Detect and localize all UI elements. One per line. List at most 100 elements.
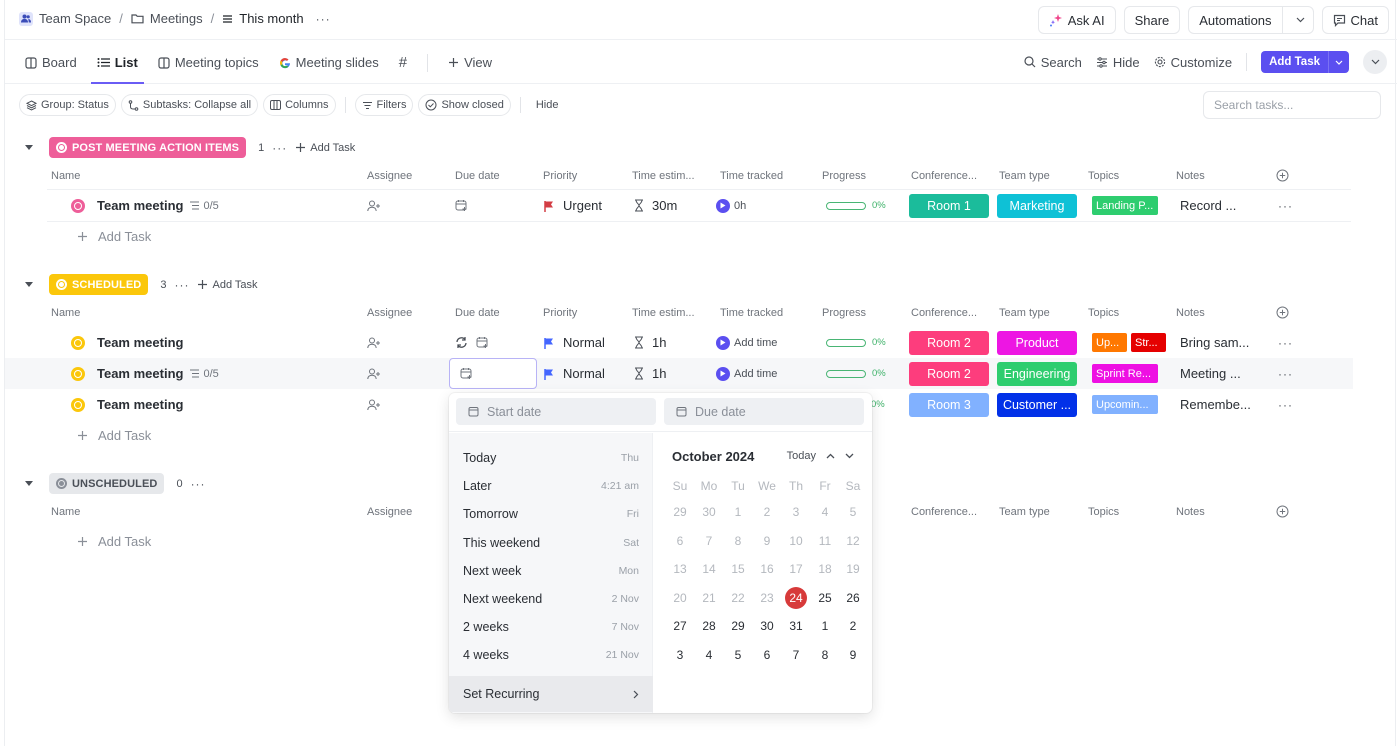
- task-name[interactable]: Team meeting: [97, 366, 183, 381]
- add-column-icon[interactable]: [1276, 169, 1289, 182]
- calendar-day[interactable]: 7: [782, 644, 810, 666]
- add-time-button[interactable]: Add time: [734, 337, 777, 349]
- row-more-icon[interactable]: ···: [1278, 358, 1293, 389]
- col-team-type[interactable]: Team type: [999, 506, 1050, 518]
- calendar-day-selected[interactable]: 24: [782, 586, 810, 609]
- calendar-day[interactable]: 28: [695, 615, 723, 637]
- calendar-day[interactable]: 18: [811, 558, 839, 580]
- task-name[interactable]: Team meeting: [97, 198, 183, 213]
- calendar-day[interactable]: 20: [666, 587, 694, 609]
- collapse-caret-icon[interactable]: [25, 282, 33, 287]
- table-row[interactable]: Team meeting 0/5 Urgent 30m 0h 0% Room 1…: [5, 190, 1397, 221]
- calendar-day[interactable]: 6: [753, 644, 781, 666]
- search-tasks-input[interactable]: Search tasks...: [1203, 91, 1381, 119]
- col-topics[interactable]: Topics: [1088, 170, 1119, 182]
- col-notes[interactable]: Notes: [1176, 506, 1205, 518]
- status-icon[interactable]: [71, 397, 85, 412]
- calendar-day[interactable]: 12: [839, 530, 867, 552]
- calendar-day[interactable]: 30: [753, 615, 781, 637]
- status-badge[interactable]: POST MEETING ACTION ITEMS: [49, 137, 247, 158]
- collapse-caret-icon[interactable]: [25, 145, 33, 150]
- col-time-tracked[interactable]: Time tracked: [720, 170, 783, 182]
- status-badge[interactable]: SCHEDULED: [49, 274, 149, 295]
- status-icon[interactable]: [71, 366, 85, 381]
- col-notes[interactable]: Notes: [1176, 170, 1205, 182]
- share-button[interactable]: Share: [1123, 6, 1181, 34]
- calendar-day[interactable]: 15: [724, 558, 752, 580]
- col-name[interactable]: Name: [51, 170, 80, 182]
- calendar-day[interactable]: 31: [782, 615, 810, 637]
- tab-meeting-topics[interactable]: Meeting topics: [158, 41, 259, 84]
- notes-cell[interactable]: Bring sam...: [1180, 327, 1249, 358]
- calendar-day[interactable]: 7: [695, 530, 723, 552]
- chevron-down-icon[interactable]: [1329, 51, 1349, 73]
- priority-label[interactable]: Urgent: [563, 198, 602, 213]
- calendar-day[interactable]: 23: [753, 587, 781, 609]
- calendar-day[interactable]: 26: [839, 587, 867, 609]
- quick-option[interactable]: Next week Mon: [449, 557, 653, 585]
- assignee-add-icon[interactable]: [367, 389, 381, 420]
- hide-filter-button[interactable]: Hide: [530, 99, 565, 111]
- col-priority[interactable]: Priority: [543, 307, 577, 319]
- quick-option[interactable]: Tomorrow Fri: [449, 500, 653, 528]
- col-team-type[interactable]: Team type: [999, 170, 1050, 182]
- subtask-count[interactable]: 0/5: [189, 200, 219, 212]
- set-recurring-button[interactable]: Set Recurring: [449, 676, 653, 712]
- customize-button[interactable]: Customize: [1154, 55, 1232, 70]
- show-closed-chip[interactable]: Show closed: [418, 94, 511, 116]
- play-icon[interactable]: [716, 366, 730, 381]
- col-topics[interactable]: Topics: [1088, 506, 1119, 518]
- col-due-date[interactable]: Due date: [455, 307, 500, 319]
- filters-chip[interactable]: Filters: [354, 94, 414, 116]
- quick-option[interactable]: Today Thu: [449, 444, 653, 472]
- more-options-icon[interactable]: ···: [316, 12, 331, 26]
- calendar-day[interactable]: 9: [839, 644, 867, 666]
- search-button[interactable]: Search: [1024, 55, 1082, 70]
- row-more-icon[interactable]: ···: [1278, 190, 1293, 221]
- calendar-day[interactable]: 11: [811, 530, 839, 552]
- team-type-tag[interactable]: Product: [997, 330, 1077, 355]
- breadcrumb-list[interactable]: This month: [239, 11, 303, 26]
- subtasks-chip[interactable]: Subtasks: Collapse all: [120, 94, 259, 116]
- chevron-up-icon[interactable]: [826, 453, 835, 459]
- status-badge[interactable]: UNSCHEDULED: [49, 473, 165, 494]
- play-icon[interactable]: [716, 335, 730, 350]
- chat-button[interactable]: Chat: [1321, 6, 1389, 34]
- calendar-day[interactable]: 4: [811, 501, 839, 523]
- ask-ai-button[interactable]: Ask AI: [1037, 6, 1116, 34]
- collapse-caret-icon[interactable]: [25, 481, 33, 486]
- calendar-day[interactable]: 30: [695, 501, 723, 523]
- group-by-chip[interactable]: Group: Status: [19, 94, 116, 116]
- col-time-estimate[interactable]: Time estim...: [632, 170, 695, 182]
- conference-tag[interactable]: Room 2: [909, 330, 989, 355]
- quick-option[interactable]: 2 weeks 7 Nov: [449, 613, 653, 641]
- subtask-count[interactable]: 0/5: [189, 368, 219, 380]
- team-type-tag[interactable]: Customer ...: [997, 392, 1077, 417]
- col-topics[interactable]: Topics: [1088, 307, 1119, 319]
- col-due-date[interactable]: Due date: [455, 170, 500, 182]
- quick-option[interactable]: This weekend Sat: [449, 529, 653, 557]
- calendar-day[interactable]: 25: [811, 587, 839, 609]
- calendar-day[interactable]: 10: [782, 530, 810, 552]
- topic-tag[interactable]: Str...: [1131, 333, 1166, 352]
- col-assignee[interactable]: Assignee: [367, 307, 412, 319]
- time-estimate[interactable]: 30m: [652, 198, 677, 213]
- col-progress[interactable]: Progress: [822, 307, 866, 319]
- calendar-day[interactable]: 29: [666, 501, 694, 523]
- chevron-down-icon[interactable]: [845, 453, 854, 459]
- due-date-icon[interactable]: [476, 336, 489, 349]
- start-date-input[interactable]: Start date: [456, 398, 656, 425]
- calendar-day[interactable]: 29: [724, 615, 752, 637]
- add-column-icon[interactable]: [1276, 505, 1289, 518]
- tab-list[interactable]: List: [90, 41, 144, 84]
- conference-tag[interactable]: Room 3: [909, 392, 989, 417]
- more-options-icon[interactable]: ···: [272, 141, 287, 155]
- more-options-icon[interactable]: ···: [191, 477, 206, 491]
- calendar-day[interactable]: 13: [666, 558, 694, 580]
- calendar-day[interactable]: 1: [724, 501, 752, 523]
- col-conference[interactable]: Conference...: [911, 170, 977, 182]
- add-task-row[interactable]: Add Task: [77, 229, 151, 244]
- due-date-input[interactable]: Due date: [664, 398, 864, 425]
- status-icon[interactable]: [71, 198, 85, 213]
- calendar-day[interactable]: 6: [666, 530, 694, 552]
